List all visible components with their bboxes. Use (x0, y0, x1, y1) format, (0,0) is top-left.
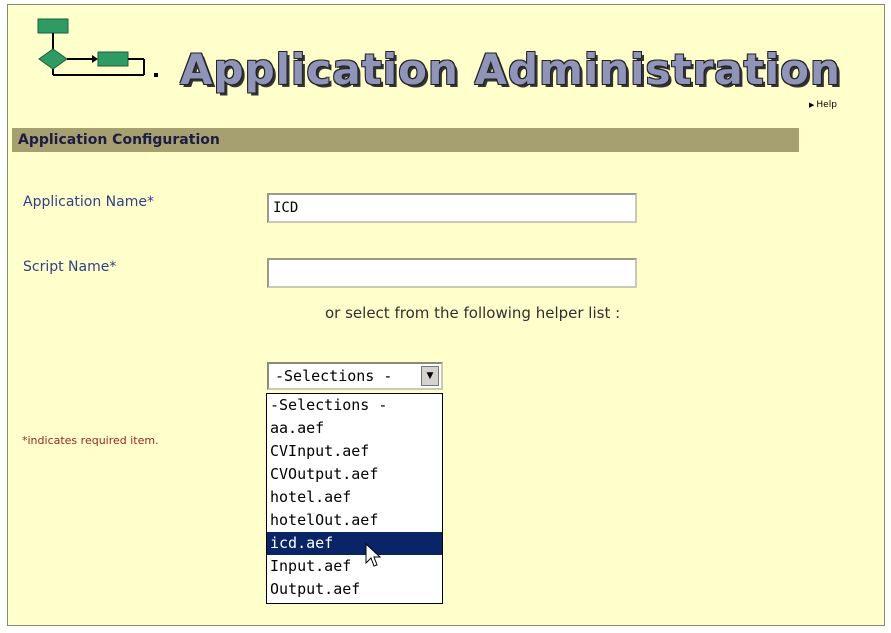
helper-list-text: or select from the following helper list… (325, 304, 621, 322)
workflow-logo-icon (37, 18, 158, 77)
help-link[interactable]: ▶ Help (809, 100, 837, 110)
mouse-cursor-icon (365, 543, 382, 567)
dropdown-arrow-icon[interactable]: ▼ (421, 366, 439, 386)
dropdown-option-output[interactable]: Output.aef (267, 578, 442, 601)
script-select[interactable]: -Selections - ▼ (267, 362, 443, 390)
triangle-right-icon: ▶ (809, 101, 815, 109)
required-note: *indicates required item. (22, 434, 159, 447)
dropdown-option-hotelout[interactable]: hotelOut.aef (267, 509, 442, 532)
section-header: Application Configuration (12, 128, 799, 152)
dropdown-option-cvoutput[interactable]: CVOutput.aef (267, 463, 442, 486)
application-name-input[interactable] (267, 193, 637, 223)
dropdown-option-hotel[interactable]: hotel.aef (267, 486, 442, 509)
script-name-input[interactable] (267, 258, 637, 288)
help-label: Help (816, 100, 837, 110)
dropdown-option-cvinput[interactable]: CVInput.aef (267, 440, 442, 463)
page-title: Application Administration (180, 45, 841, 94)
select-value: -Selections - (275, 367, 393, 385)
script-name-label: Script Name* (23, 259, 117, 275)
application-name-label: Application Name* (23, 194, 154, 210)
dropdown-option-aa[interactable]: aa.aef (267, 417, 442, 440)
dropdown-list[interactable]: -Selections - aa.aef CVInput.aef CVOutpu… (266, 393, 443, 604)
dropdown-option-selections[interactable]: -Selections - (267, 394, 442, 417)
dropdown-option-icd[interactable]: icd.aef (267, 532, 442, 555)
dropdown-option-input[interactable]: Input.aef (267, 555, 442, 578)
